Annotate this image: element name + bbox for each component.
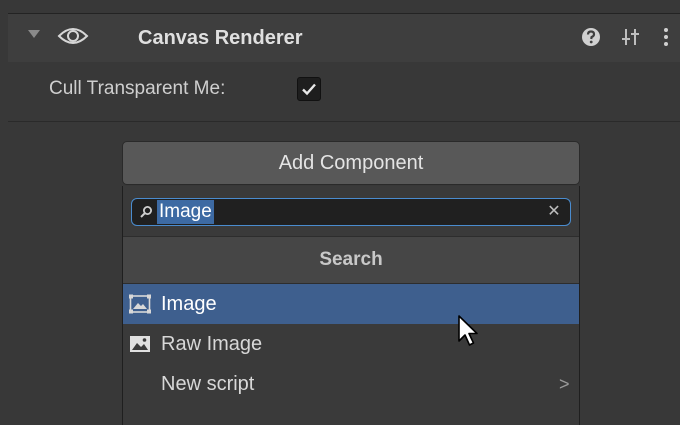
component-title: Canvas Renderer [138, 27, 303, 49]
search-icon [139, 205, 153, 219]
result-item-image[interactable]: Image [123, 284, 579, 324]
chevron-right-icon: > [559, 374, 570, 394]
cull-transparent-mesh-checkbox[interactable] [297, 77, 321, 101]
image-icon [129, 294, 151, 314]
mouse-cursor-icon [457, 314, 483, 350]
search-input[interactable]: Image ✕ [131, 198, 571, 226]
result-item-raw-image[interactable]: Raw Image [123, 324, 579, 364]
add-component-popup: Image ✕ Search Image Raw Image New scrip… [122, 186, 580, 425]
result-item-new-script[interactable]: New script > [123, 364, 579, 404]
result-item-label: New script [161, 373, 255, 395]
result-item-label: Image [161, 293, 217, 315]
foldout-arrow-icon[interactable] [28, 30, 40, 38]
checkmark-icon [302, 83, 316, 96]
help-icon[interactable] [580, 26, 602, 48]
property-label: Cull Transparent Me: [49, 78, 226, 99]
cull-transparent-mesh-row: Cull Transparent Me: [8, 61, 680, 121]
search-input-value: Image [157, 200, 214, 224]
component-header[interactable]: Canvas Renderer [8, 13, 680, 62]
presets-icon[interactable] [620, 26, 642, 48]
result-item-label: Raw Image [161, 333, 263, 355]
search-results-header: Search [123, 236, 579, 284]
close-icon[interactable]: ✕ [546, 203, 562, 221]
kebab-menu-icon[interactable] [659, 26, 673, 48]
add-component-button[interactable]: Add Component [122, 141, 580, 185]
divider [8, 121, 680, 122]
raw-image-icon [129, 334, 151, 354]
eye-icon[interactable] [56, 21, 90, 51]
